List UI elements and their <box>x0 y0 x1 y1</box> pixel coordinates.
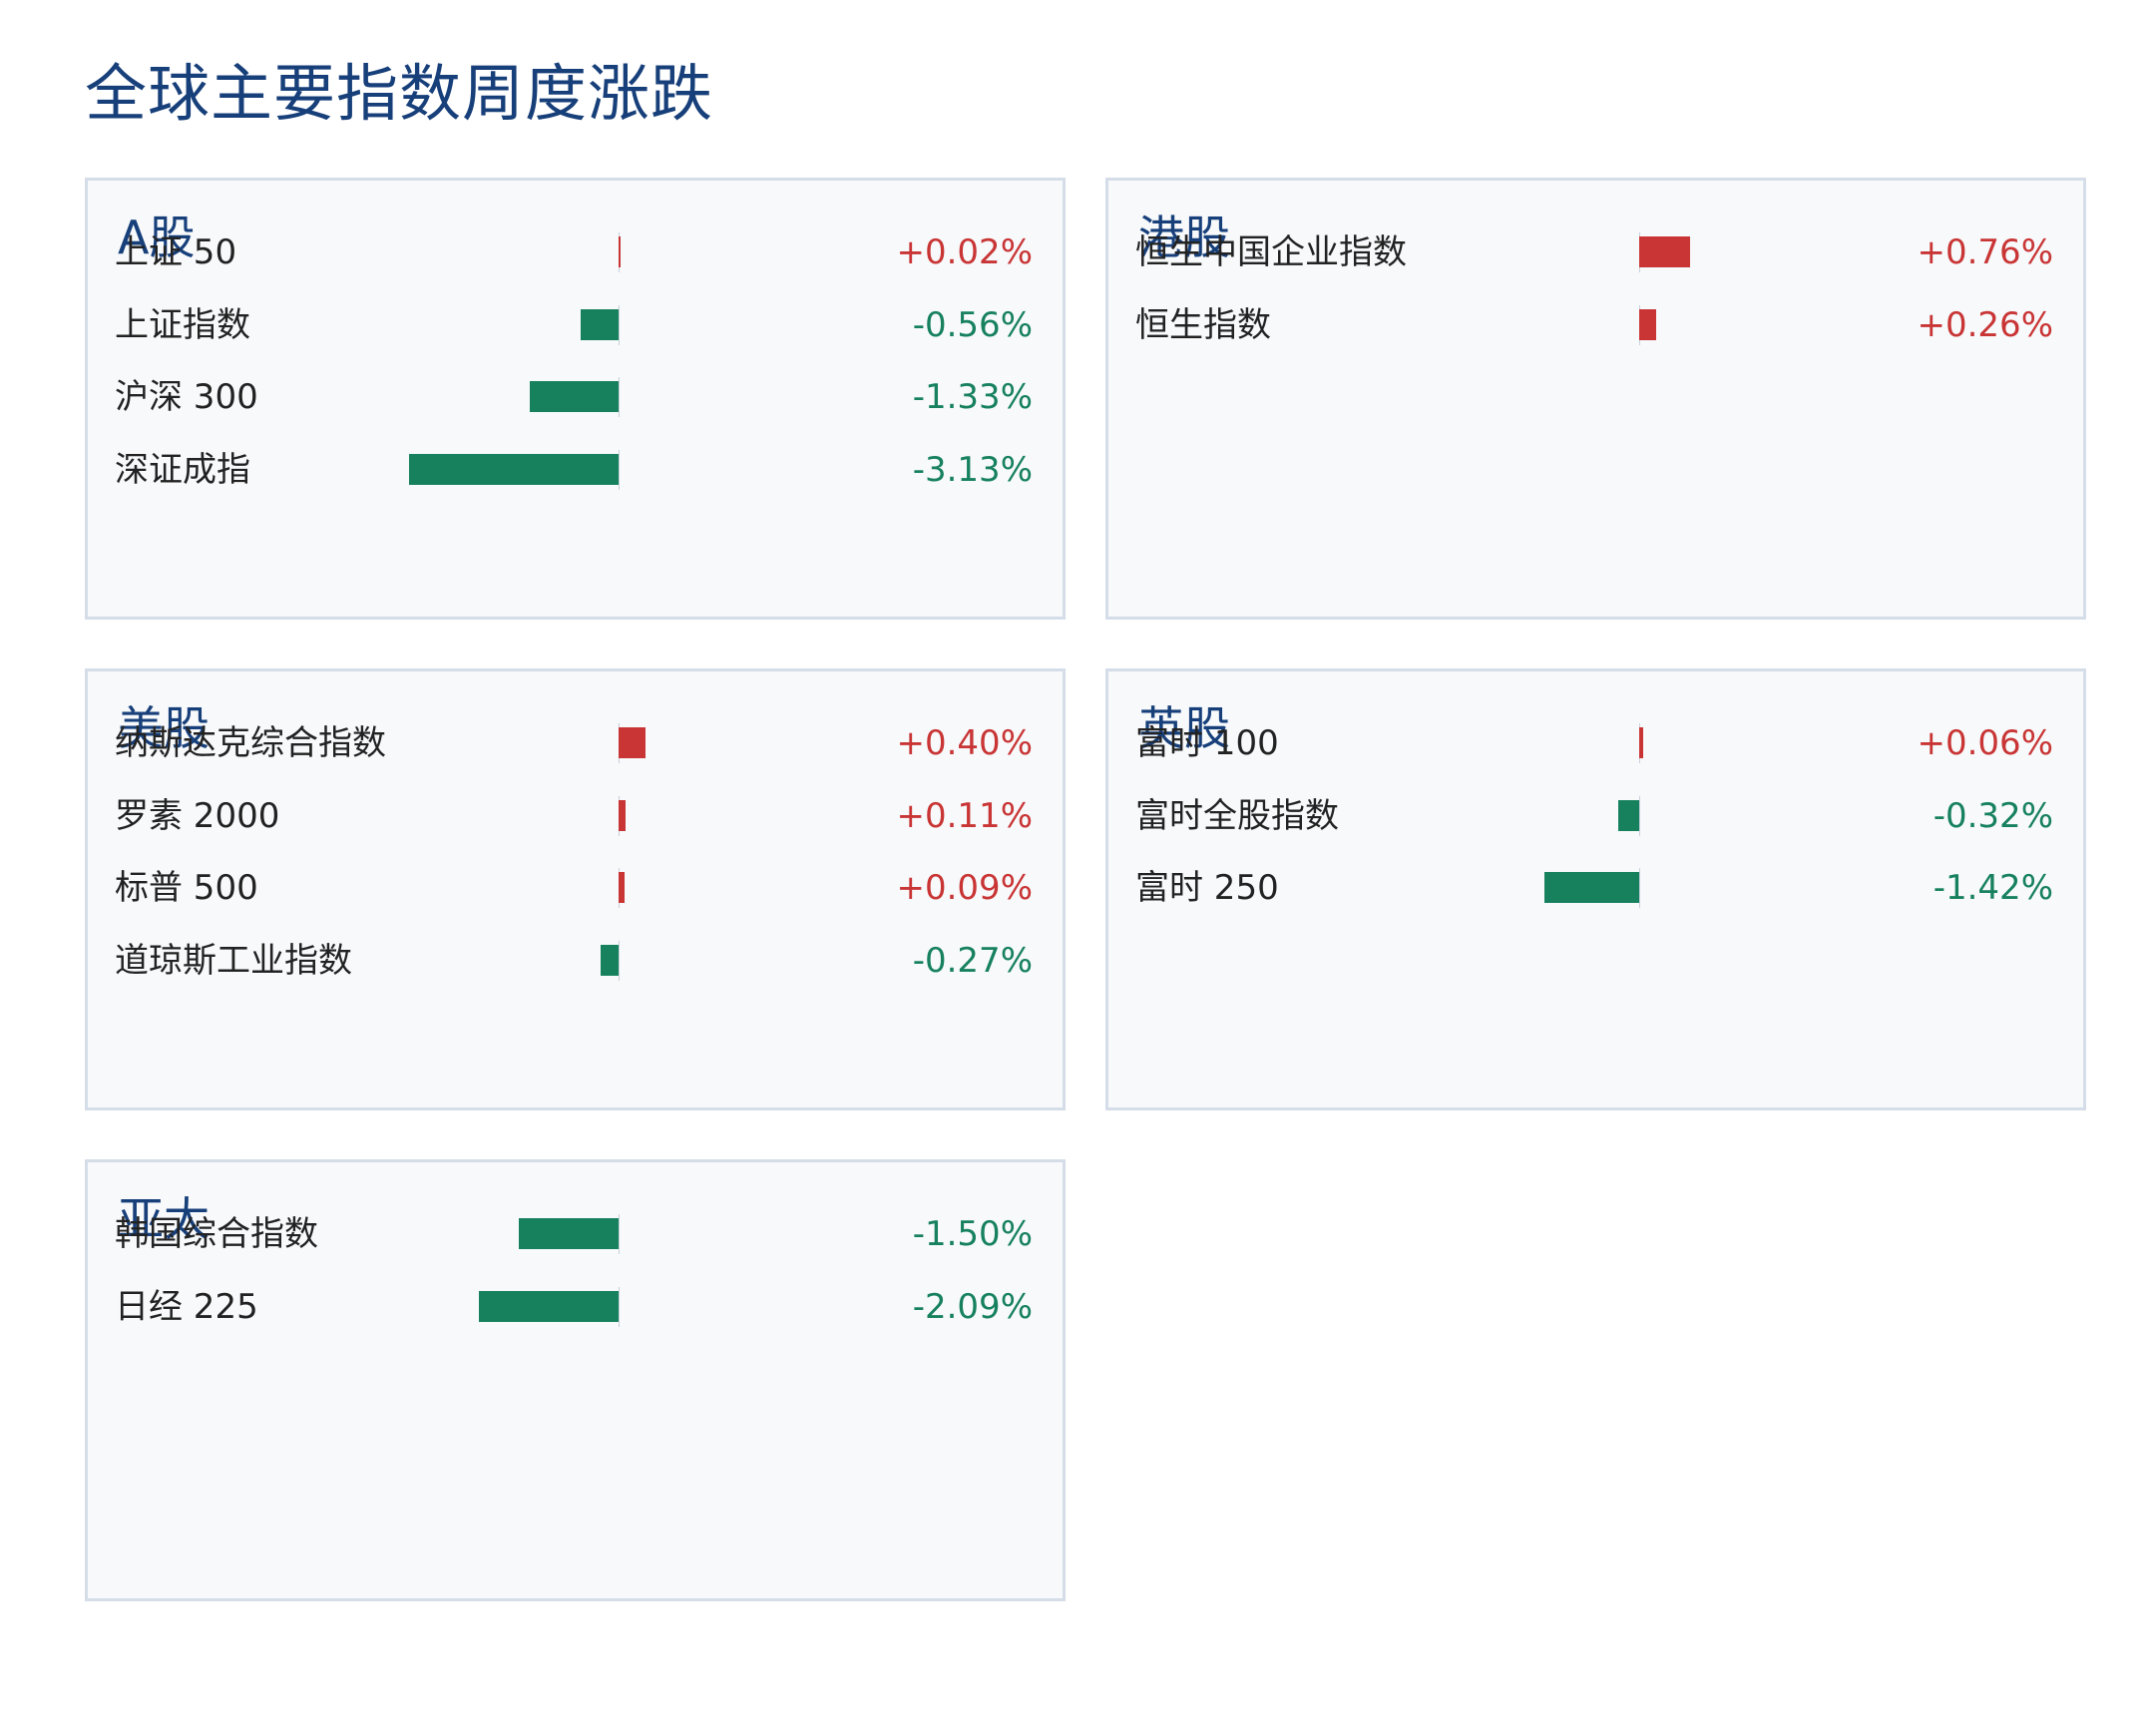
index-name: 富时全股指数 <box>1135 795 1339 836</box>
change-bar <box>518 1218 619 1249</box>
change-value: -1.33% <box>912 377 1033 417</box>
bar-row: 上证 50 +0.02% <box>88 217 1063 288</box>
change-bar <box>1639 727 1644 758</box>
zero-baseline <box>619 449 620 490</box>
change-value: -3.13% <box>912 449 1033 490</box>
index-name: 上证 50 <box>115 232 237 272</box>
index-name: 标普 500 <box>115 868 258 908</box>
change-bar <box>1639 236 1690 267</box>
index-name: 深证成指 <box>115 449 250 490</box>
zero-baseline <box>1639 795 1640 836</box>
index-name: 纳斯达克综合指数 <box>115 723 386 763</box>
zero-baseline <box>619 377 620 417</box>
chart-panel: 港股 恒生中国企业指数 +0.76% 恒生指数 +0.26% <box>1105 178 2086 620</box>
bar-row: 恒生指数 +0.26% <box>1108 289 2083 361</box>
zero-baseline <box>1639 868 1640 908</box>
change-bar <box>1543 872 1639 903</box>
bar-row: 标普 500 +0.09% <box>88 852 1063 924</box>
chart-panel: 英股 富时 100 +0.06% 富时全股指数 -0.32% 富时 250 -1.42% <box>1105 668 2086 1110</box>
chart-panel: A股 上证 50 +0.02% 上证指数 -0.56% 沪深 300 -1.33% 深证成指 -… <box>85 178 1066 620</box>
bar-row: 道琼斯工业指数 -0.27% <box>88 925 1063 997</box>
bar-row: 富时 250 -1.42% <box>1108 852 2083 924</box>
bar-row: 深证成指 -3.13% <box>88 434 1063 506</box>
index-name: 沪深 300 <box>115 377 258 417</box>
bar-row: 富时全股指数 -0.32% <box>1108 780 2083 852</box>
change-value: +0.26% <box>1917 304 2054 345</box>
bar-row: 罗素 2000 +0.11% <box>88 780 1063 852</box>
bar-row: 上证指数 -0.56% <box>88 289 1063 361</box>
change-value: +0.76% <box>1917 232 2054 272</box>
index-name: 富时 100 <box>1135 723 1279 763</box>
change-value: +0.09% <box>896 868 1034 908</box>
bar-row: 日经 225 -2.09% <box>88 1271 1063 1343</box>
zero-baseline <box>619 304 620 345</box>
index-name: 恒生中国企业指数 <box>1135 232 1407 272</box>
chart-panel: 美股 纳斯达克综合指数 +0.40% 罗素 2000 +0.11% 标普 500 +0.09… <box>85 668 1066 1110</box>
change-value: -0.56% <box>912 304 1033 345</box>
change-bar <box>529 381 619 412</box>
change-bar <box>1639 308 1657 340</box>
change-bar <box>619 236 621 267</box>
change-value: -0.27% <box>912 940 1033 981</box>
bar-row: 沪深 300 -1.33% <box>88 361 1063 433</box>
page-title: 全球主要指数周度涨跌 <box>85 57 714 130</box>
change-value: +0.02% <box>896 232 1034 272</box>
bar-row: 富时 100 +0.06% <box>1108 707 2083 779</box>
chart-panel: 亚太 韩国综合指数 -1.50% 日经 225 -2.09% <box>85 1159 1066 1601</box>
zero-baseline <box>619 940 620 981</box>
index-name: 日经 225 <box>115 1286 258 1327</box>
change-value: -0.32% <box>1933 795 2053 836</box>
change-bar <box>619 872 626 903</box>
index-name: 道琼斯工业指数 <box>115 940 352 981</box>
bar-row: 恒生中国企业指数 +0.76% <box>1108 217 2083 288</box>
index-name: 恒生指数 <box>1135 304 1271 345</box>
change-bar <box>409 453 619 485</box>
change-bar <box>581 308 619 340</box>
change-bar <box>619 727 646 758</box>
change-bar <box>619 799 627 831</box>
change-value: -2.09% <box>912 1286 1033 1327</box>
index-name: 韩国综合指数 <box>115 1214 318 1254</box>
zero-baseline <box>619 1214 620 1254</box>
change-bar <box>600 944 619 976</box>
change-value: -1.42% <box>1933 868 2053 908</box>
change-bar <box>1617 799 1639 831</box>
index-name: 上证指数 <box>115 304 250 345</box>
change-value: +0.06% <box>1917 723 2054 763</box>
change-value: +0.11% <box>896 795 1034 836</box>
change-value: +0.40% <box>896 723 1034 763</box>
change-value: -1.50% <box>912 1214 1033 1254</box>
change-bar <box>478 1290 619 1322</box>
bar-row: 韩国综合指数 -1.50% <box>88 1198 1063 1270</box>
bar-row: 纳斯达克综合指数 +0.40% <box>88 707 1063 779</box>
zero-baseline <box>619 1286 620 1327</box>
index-name: 罗素 2000 <box>115 795 280 836</box>
index-name: 富时 250 <box>1135 868 1279 908</box>
